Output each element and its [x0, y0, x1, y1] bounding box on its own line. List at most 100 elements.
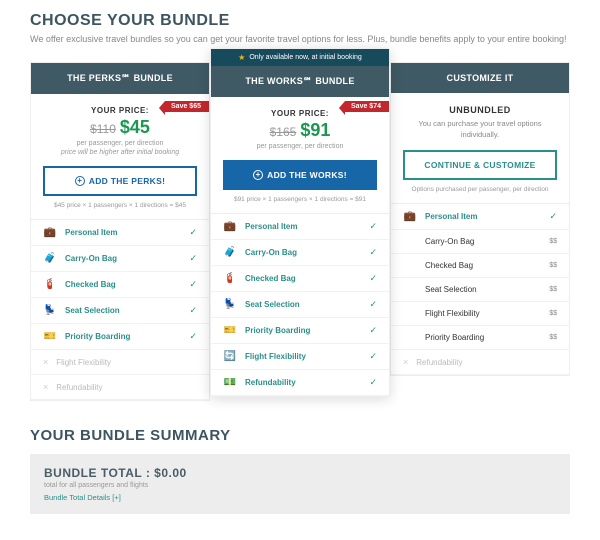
feature-list-perks: 💼Personal Item✓🧳Carry-On Bag✓🧯Checked Ba… — [31, 219, 209, 400]
feature-row: 🧯Checked Bag✓ — [211, 266, 389, 292]
button-label: ADD THE WORKS! — [267, 170, 347, 180]
bundle-summary: YOUR BUNDLE SUMMARY BUNDLE TOTAL : $0.00… — [30, 427, 570, 514]
feature-row: 🧳Carry-On Bag✓ — [31, 246, 209, 272]
feature-label: Checked Bag — [245, 274, 369, 283]
feature-label: Refundability — [56, 383, 197, 392]
bundle-header-customize: CUSTOMIZE IT — [391, 63, 569, 93]
feature-icon: 🔄 — [223, 351, 237, 362]
feature-row: × Refundability — [391, 350, 569, 375]
feature-row: 💺Seat Selection✓ — [211, 292, 389, 318]
feature-label: Personal Item — [65, 228, 189, 237]
check-icon: ✓ — [369, 247, 377, 258]
check-icon: ✓ — [369, 377, 377, 388]
bundle-works: ★ Only available now, at initial booking… — [210, 48, 390, 397]
bundle-total: BUNDLE TOTAL : $0.00 — [44, 466, 556, 480]
feature-row: 💼Personal Item✓ — [211, 214, 389, 240]
feature-row: 💺 Seat Selection✓ — [31, 298, 209, 324]
feature-row: Checked Bag$$ — [391, 254, 569, 278]
bundle-perks: THE PERKS℠ BUNDLE Save $65 YOUR PRICE: $… — [30, 62, 210, 401]
feature-label: Flight Flexibility — [56, 358, 197, 367]
feature-icon: 💺 — [223, 299, 237, 310]
per-text: per passenger, per direction — [223, 143, 377, 150]
button-label: CONTINUE & CUSTOMIZE — [424, 160, 535, 170]
feature-price: $$ — [549, 310, 557, 317]
plus-icon: + — [75, 176, 85, 186]
save-ribbon-perks: Save $65 — [165, 101, 209, 112]
button-label: ADD THE PERKS! — [89, 176, 165, 186]
feature-row: × Flight Flexibility — [31, 350, 209, 375]
add-works-button[interactable]: + ADD THE WORKS! — [223, 160, 377, 190]
continue-customize-button[interactable]: CONTINUE & CUSTOMIZE — [403, 150, 557, 180]
feature-label: Seat Selection — [245, 300, 369, 309]
per-text: per passenger, per direction — [43, 140, 197, 147]
feature-icon: 💺 — [43, 305, 57, 316]
unbundled-text: You can purchase your travel options ind… — [403, 119, 557, 140]
old-price: $165 — [270, 125, 297, 139]
feature-label: Priority Boarding — [65, 332, 189, 341]
feature-label: Seat Selection — [65, 306, 189, 315]
check-icon: ✓ — [369, 273, 377, 284]
feature-row: 🎫Priority Boarding✓ — [211, 318, 389, 344]
old-price: $110 — [90, 122, 116, 136]
feature-label: Flight Flexibility — [245, 352, 369, 361]
feature-label: Seat Selection — [425, 285, 549, 294]
feature-icon: 💼 — [403, 211, 417, 222]
x-icon: × — [43, 382, 48, 392]
feature-price: $$ — [549, 286, 557, 293]
feature-row: 💵 Refundability✓ — [211, 370, 389, 396]
page-title: CHOOSE YOUR BUNDLE — [30, 12, 570, 30]
feature-icon: 🧯 — [43, 279, 57, 290]
x-icon: × — [43, 357, 48, 367]
feature-label: Refundability — [245, 378, 369, 387]
feature-list-works: 💼Personal Item✓🧳Carry-On Bag✓🧯Checked Ba… — [211, 213, 389, 396]
check-icon: ✓ — [189, 331, 197, 342]
total-label: BUNDLE TOTAL : — [44, 466, 154, 480]
check-icon: ✓ — [189, 305, 197, 316]
x-icon: × — [403, 357, 408, 367]
math-note: $45 price × 1 passengers × 1 directions … — [31, 202, 209, 219]
feature-label: Personal Item — [425, 212, 549, 221]
feature-row: 🔄 Flight Flexibility✓ — [211, 344, 389, 370]
star-icon: ★ — [238, 53, 245, 62]
feature-price: $$ — [549, 238, 557, 245]
feature-row: 💼Personal Item✓ — [391, 204, 569, 230]
feature-label: Flight Flexibility — [425, 309, 549, 318]
feature-icon: 🎫 — [43, 331, 57, 342]
feature-row: 🎫 Priority Boarding✓ — [31, 324, 209, 350]
math-note: Options purchased per passenger, per dir… — [391, 186, 569, 203]
check-icon: ✓ — [189, 227, 197, 238]
feature-row: 🧯 Checked Bag✓ — [31, 272, 209, 298]
page-subtitle: We offer exclusive travel bundles so you… — [30, 34, 570, 44]
feature-price: $$ — [549, 334, 557, 341]
feature-icon: 🧳 — [43, 253, 57, 264]
bundle-header-perks: THE PERKS℠ BUNDLE — [31, 63, 209, 94]
feature-row: Carry-On Bag$$ — [391, 230, 569, 254]
check-icon: ✓ — [369, 351, 377, 362]
feature-icon: 💵 — [223, 377, 237, 388]
check-icon: ✓ — [369, 325, 377, 336]
summary-box: BUNDLE TOTAL : $0.00 total for all passe… — [30, 454, 570, 514]
bundle-details-link[interactable]: Bundle Total Details [+] — [44, 493, 556, 502]
bundle-columns: THE PERKS℠ BUNDLE Save $65 YOUR PRICE: $… — [30, 62, 570, 401]
feature-label: Carry-On Bag — [245, 248, 369, 257]
feature-row: Priority Boarding$$ — [391, 326, 569, 350]
check-icon: ✓ — [369, 221, 377, 232]
add-perks-button[interactable]: + ADD THE PERKS! — [43, 166, 197, 196]
feature-row: 🧳 Carry-On Bag✓ — [211, 240, 389, 266]
bundle-customize: CUSTOMIZE IT UNBUNDLED You can purchase … — [390, 62, 570, 376]
featured-bar-text: Only available now, at initial booking — [249, 54, 361, 61]
feature-icon: 🧳 — [223, 247, 237, 258]
feature-label: Checked Bag — [65, 280, 189, 289]
check-icon: ✓ — [189, 253, 197, 264]
feature-icon: 💼 — [223, 221, 237, 232]
unbundled-title: UNBUNDLED — [403, 105, 557, 115]
summary-title: YOUR BUNDLE SUMMARY — [30, 427, 570, 444]
save-ribbon-works: Save $74 — [345, 101, 389, 112]
total-sub: total for all passengers and flights — [44, 482, 556, 489]
check-icon: ✓ — [189, 279, 197, 290]
feature-label: Refundability — [416, 358, 557, 367]
new-price: $45 — [120, 117, 150, 138]
plus-icon: + — [253, 170, 263, 180]
feature-row: Seat Selection$$ — [391, 278, 569, 302]
feature-icon: 💼 — [43, 227, 57, 238]
